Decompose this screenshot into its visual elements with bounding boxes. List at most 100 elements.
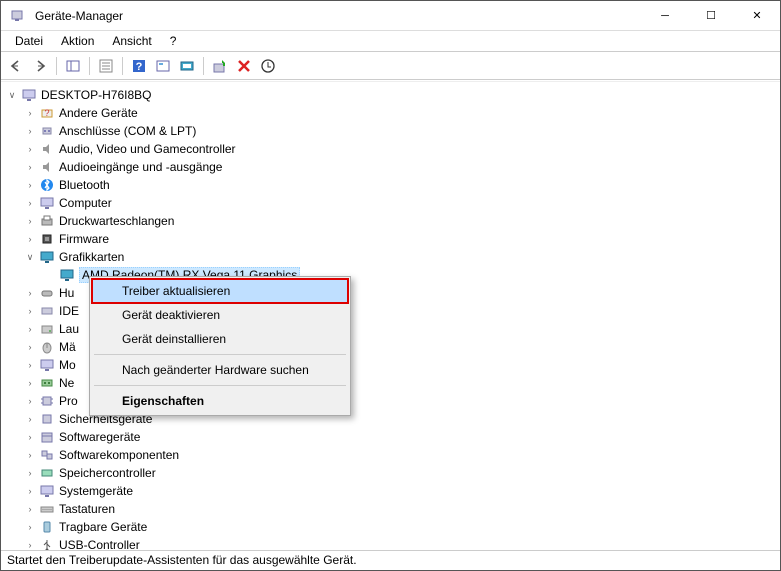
tree-category-computer[interactable]: › Computer bbox=[3, 194, 778, 212]
ctx-uninstall-device[interactable]: Gerät deinstallieren bbox=[92, 327, 348, 351]
menu-help[interactable]: ? bbox=[162, 32, 185, 50]
component-icon bbox=[39, 447, 55, 463]
expand-icon[interactable]: › bbox=[23, 196, 37, 210]
action-button[interactable] bbox=[152, 55, 174, 77]
tree-category-audioio[interactable]: ›Audioeingänge und -ausgänge bbox=[3, 158, 778, 176]
printer-icon bbox=[39, 213, 55, 229]
properties-button[interactable] bbox=[95, 55, 117, 77]
expand-icon[interactable]: › bbox=[23, 160, 37, 174]
tree-category-usb[interactable]: ›USB-Controller bbox=[3, 536, 778, 550]
tree-category-storage[interactable]: ›Speichercontroller bbox=[3, 464, 778, 482]
forward-button[interactable] bbox=[29, 55, 51, 77]
ctx-separator bbox=[94, 385, 346, 386]
menu-view[interactable]: Ansicht bbox=[104, 32, 159, 50]
maximize-button[interactable]: ☐ bbox=[688, 1, 734, 31]
disable-device-button[interactable] bbox=[233, 55, 255, 77]
expand-icon[interactable]: › bbox=[23, 322, 37, 336]
expand-icon[interactable]: › bbox=[23, 520, 37, 534]
port-icon bbox=[39, 123, 55, 139]
tree-label: Computer bbox=[59, 196, 112, 210]
show-hide-button[interactable] bbox=[62, 55, 84, 77]
tree-category-softdev[interactable]: ›Softwaregeräte bbox=[3, 428, 778, 446]
window-buttons: ─ ☐ ✕ bbox=[642, 1, 780, 31]
expand-icon[interactable]: › bbox=[23, 394, 37, 408]
expand-icon[interactable]: › bbox=[23, 286, 37, 300]
tree-category-ports[interactable]: › Anschlüsse (COM & LPT) bbox=[3, 122, 778, 140]
speaker-icon bbox=[39, 141, 55, 157]
tree-category-firmware[interactable]: ›Firmware bbox=[3, 230, 778, 248]
ctx-properties[interactable]: Eigenschaften bbox=[92, 389, 348, 413]
tree-category-audio[interactable]: ›Audio, Video und Gamecontroller bbox=[3, 140, 778, 158]
expand-icon[interactable]: › bbox=[23, 142, 37, 156]
tree-root[interactable]: ∨ DESKTOP-H76I8BQ bbox=[3, 86, 778, 104]
tree-label: Ne bbox=[59, 376, 74, 390]
expand-icon[interactable]: › bbox=[23, 448, 37, 462]
help-button[interactable]: ? bbox=[128, 55, 150, 77]
toolbar-separator bbox=[56, 57, 57, 75]
tree-category-softcomp[interactable]: ›Softwarekomponenten bbox=[3, 446, 778, 464]
display-icon bbox=[59, 267, 75, 283]
expand-icon[interactable]: › bbox=[23, 178, 37, 192]
no-expand bbox=[43, 268, 57, 282]
collapse-icon[interactable]: ∨ bbox=[23, 250, 37, 264]
ctx-update-driver[interactable]: Treiber aktualisieren bbox=[92, 279, 348, 303]
tree-label: Grafikkarten bbox=[59, 250, 124, 264]
update-driver-button[interactable] bbox=[209, 55, 231, 77]
svg-text:?: ? bbox=[44, 108, 49, 118]
expand-icon[interactable]: › bbox=[23, 376, 37, 390]
collapse-icon[interactable]: ∨ bbox=[5, 88, 19, 102]
tree-label: Systemgeräte bbox=[59, 484, 133, 498]
uninstall-device-button[interactable] bbox=[257, 55, 279, 77]
expand-icon[interactable]: › bbox=[23, 340, 37, 354]
menu-file[interactable]: Datei bbox=[7, 32, 51, 50]
expand-icon[interactable]: › bbox=[23, 466, 37, 480]
storage-icon bbox=[39, 465, 55, 481]
menu-action[interactable]: Aktion bbox=[53, 32, 102, 50]
usb-icon bbox=[39, 537, 55, 550]
ide-icon bbox=[39, 303, 55, 319]
minimize-button[interactable]: ─ bbox=[642, 1, 688, 31]
expand-icon[interactable]: › bbox=[23, 358, 37, 372]
ctx-separator bbox=[94, 354, 346, 355]
tree-label: Mo bbox=[59, 358, 76, 372]
app-icon bbox=[9, 8, 25, 24]
toolbar-separator bbox=[203, 57, 204, 75]
expand-icon[interactable]: › bbox=[23, 214, 37, 228]
tree-label: Druckwarteschlangen bbox=[59, 214, 174, 228]
close-button[interactable]: ✕ bbox=[734, 1, 780, 31]
computer-icon bbox=[39, 195, 55, 211]
tree-category-system[interactable]: › Systemgeräte bbox=[3, 482, 778, 500]
tree-label: IDE bbox=[59, 304, 79, 318]
mouse-icon bbox=[39, 339, 55, 355]
expand-icon[interactable]: › bbox=[23, 304, 37, 318]
expand-icon[interactable]: › bbox=[23, 502, 37, 516]
tree-category-graphics[interactable]: ∨ Grafikkarten bbox=[3, 248, 778, 266]
expand-icon[interactable]: › bbox=[23, 412, 37, 426]
tree-label: Bluetooth bbox=[59, 178, 110, 192]
toolbar-separator bbox=[89, 57, 90, 75]
tree-category-keyboards[interactable]: › Tastaturen bbox=[3, 500, 778, 518]
ctx-disable-device[interactable]: Gerät deaktivieren bbox=[92, 303, 348, 327]
expand-icon[interactable]: › bbox=[23, 484, 37, 498]
tree-label: Lau bbox=[59, 322, 79, 336]
tree-label: Tragbare Geräte bbox=[59, 520, 147, 534]
tree-label: Pro bbox=[59, 394, 78, 408]
status-bar: Startet den Treiberupdate-Assistenten fü… bbox=[1, 550, 780, 570]
back-button[interactable] bbox=[5, 55, 27, 77]
expand-icon[interactable]: › bbox=[23, 538, 37, 550]
expand-icon[interactable]: › bbox=[23, 430, 37, 444]
tree-category-other[interactable]: ›?Andere Geräte bbox=[3, 104, 778, 122]
ctx-scan-hardware[interactable]: Nach geänderter Hardware suchen bbox=[92, 358, 348, 382]
tree-label: Mä bbox=[59, 340, 76, 354]
scan-hardware-button[interactable] bbox=[176, 55, 198, 77]
speaker-icon bbox=[39, 159, 55, 175]
expand-icon[interactable]: › bbox=[23, 106, 37, 120]
expand-icon[interactable]: › bbox=[23, 232, 37, 246]
software-icon bbox=[39, 429, 55, 445]
tree-category-bluetooth[interactable]: › Bluetooth bbox=[3, 176, 778, 194]
tree-category-printqueue[interactable]: › Druckwarteschlangen bbox=[3, 212, 778, 230]
tree-label: Tastaturen bbox=[59, 502, 115, 516]
tree-label: Anschlüsse (COM & LPT) bbox=[59, 124, 196, 138]
expand-icon[interactable]: › bbox=[23, 124, 37, 138]
tree-category-portable[interactable]: › Tragbare Geräte bbox=[3, 518, 778, 536]
